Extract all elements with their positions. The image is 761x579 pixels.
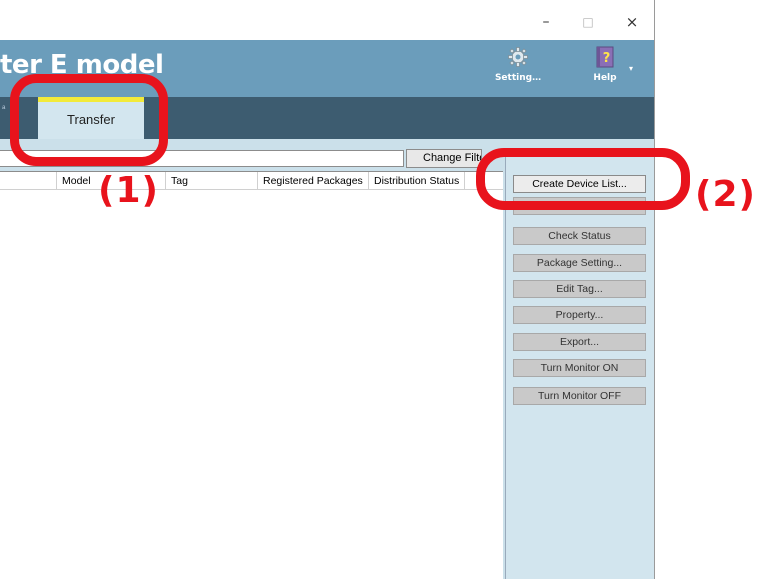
export-button[interactable]: Export... (513, 333, 646, 351)
annotation-label-2: (2) (695, 174, 756, 215)
package-setting-button[interactable]: Package Setting... (513, 254, 646, 272)
device-table: Model Tag Registered Packages Distributi… (0, 171, 503, 579)
svg-text:?: ? (603, 51, 611, 66)
title-bar: – □ × (0, 0, 654, 40)
help-button[interactable]: ? Help (582, 46, 628, 83)
check-status-button[interactable]: Check Status (513, 227, 646, 245)
help-menu-arrow-icon[interactable]: ▾ (629, 64, 633, 73)
gear-icon (508, 47, 528, 67)
turn-monitor-on-button[interactable]: Turn Monitor ON (513, 359, 646, 377)
setting-label: Setting… (494, 73, 542, 83)
previous-tab-edge[interactable]: ᵃ (2, 103, 10, 113)
column-header-registered-packages[interactable]: Registered Packages (258, 172, 369, 190)
minimize-button[interactable]: – (531, 10, 561, 34)
setting-button[interactable]: Setting… (490, 46, 546, 83)
turn-monitor-off-button[interactable]: Turn Monitor OFF (513, 387, 646, 405)
column-header-distribution-status[interactable]: Distribution Status (369, 172, 465, 190)
table-header: Model Tag Registered Packages Distributi… (0, 172, 503, 190)
change-filter-button[interactable]: Change Filter (406, 149, 482, 168)
close-button[interactable]: × (617, 10, 647, 34)
help-book-icon: ? (596, 46, 614, 68)
annotation-callout-1 (10, 74, 168, 166)
maximize-button[interactable]: □ (573, 10, 603, 34)
action-panel: Create Device List... Check Status Packa… (505, 157, 654, 579)
help-label: Help (593, 73, 617, 83)
column-header-name[interactable] (0, 172, 57, 190)
annotation-label-1: (1) (98, 170, 159, 211)
edit-tag-button[interactable]: Edit Tag... (513, 280, 646, 298)
column-header-tag[interactable]: Tag (166, 172, 258, 190)
property-button[interactable]: Property... (513, 306, 646, 324)
annotation-callout-2 (476, 148, 690, 210)
